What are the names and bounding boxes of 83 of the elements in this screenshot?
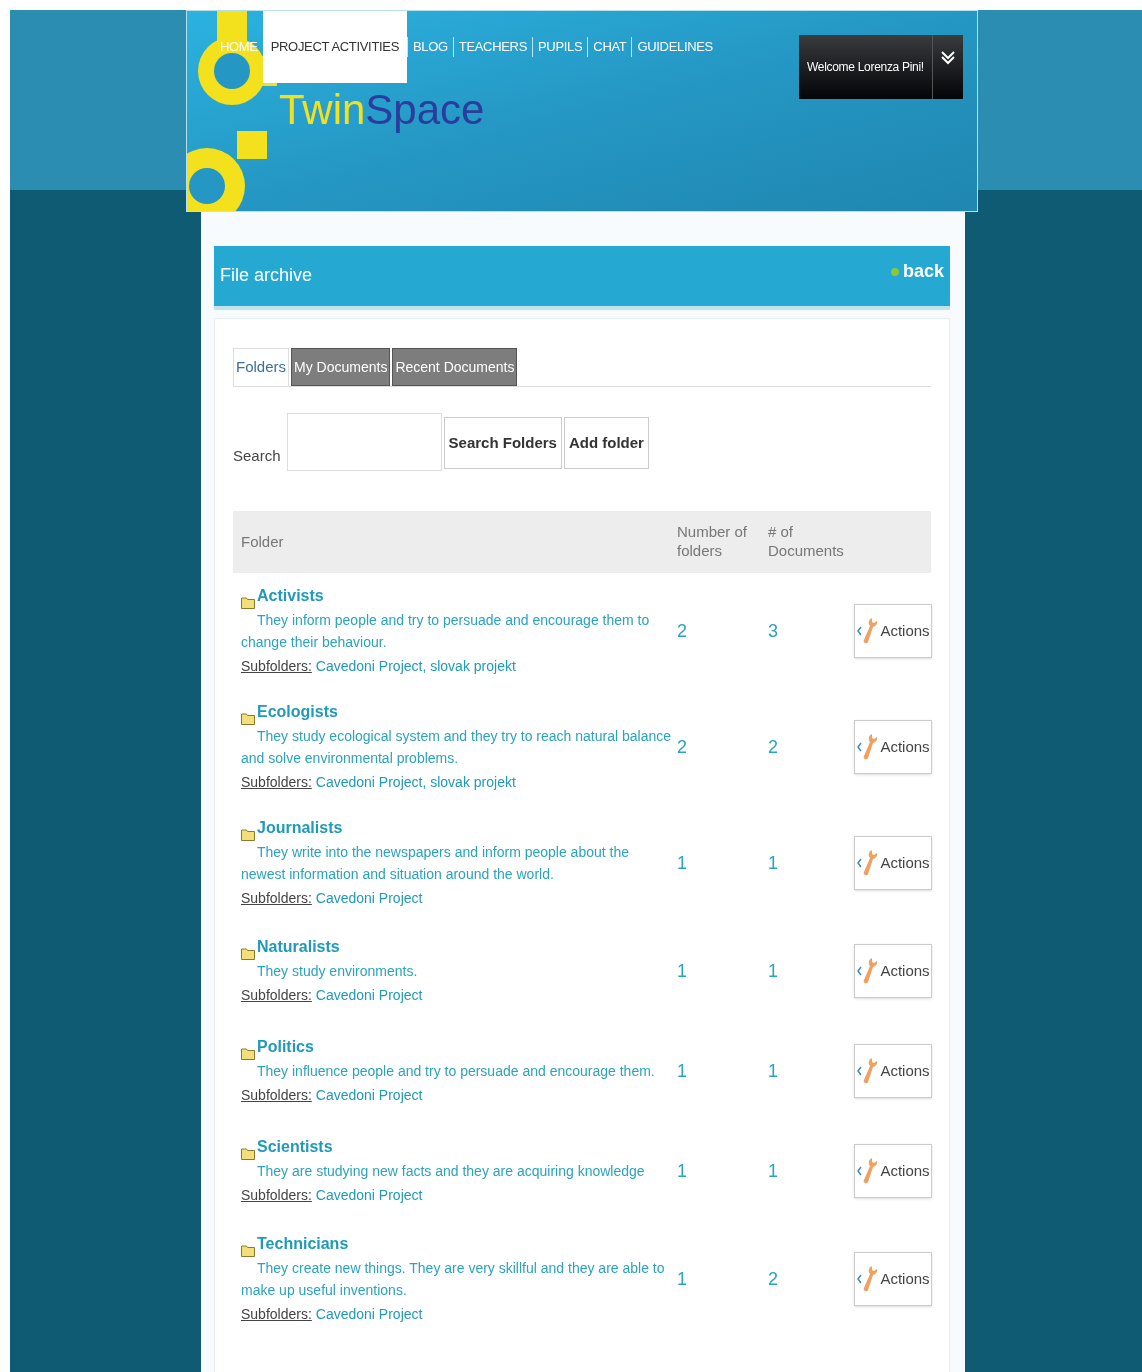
folder-icon [241,711,255,725]
search-label: Search [233,445,281,466]
folder-link[interactable]: Naturalists [257,934,340,960]
actions-button[interactable]: Actions [854,720,932,774]
folder-link[interactable]: Politics [257,1034,314,1060]
subfolders-label: Subfolders: [241,657,312,676]
folder-link[interactable]: Ecologists [257,699,338,725]
wrench-icon [856,956,879,986]
wrench-icon [856,848,879,878]
document-count[interactable]: 1 [768,960,778,981]
tab[interactable]: Recent Documents [392,348,518,386]
subfolders-label: Subfolders: [241,773,312,792]
folder-description: They study ecological system and they try to reach natural balance and solve environmental problems. [241,727,672,768]
column-header: Folder [240,532,285,552]
actions-button[interactable]: Actions [854,604,932,658]
tab[interactable]: My Documents [291,348,391,386]
subfolders-label: Subfolders: [241,986,312,1005]
document-count[interactable]: 1 [768,852,778,873]
folder-description: They influence people and try to persuade and encourage them. [256,1062,656,1081]
subfolders-label: Subfolders: [241,1305,312,1324]
wrench-icon [856,1264,879,1294]
actions-button[interactable]: Actions [854,944,932,998]
folder-count[interactable]: 1 [677,1060,687,1081]
toolbar-button[interactable]: Add folder [563,417,649,469]
folder-link[interactable]: Activists [257,583,324,609]
folder-count[interactable]: 2 [677,736,687,757]
folder-description: They write into the newspapers and inform people about the newest information and situation around the world. [241,843,630,884]
logo-text: TwinSpace [279,89,485,131]
wrench-icon [856,1156,879,1186]
subfolders-label: Subfolders: [241,889,312,908]
document-count[interactable]: 2 [768,1268,778,1289]
wrench-icon [856,732,879,762]
folder-count[interactable]: 1 [677,1268,687,1289]
subfolder-links[interactable]: Cavedoni Project [315,885,423,911]
folder-icon [241,1243,255,1257]
nav-tab[interactable]: BLOG [407,37,453,57]
folder-icon [241,946,255,960]
search-field[interactable] [286,413,442,471]
folder-icon [241,827,255,841]
document-count[interactable]: 1 [768,1060,778,1081]
subfolder-links[interactable]: Cavedoni Project [315,982,423,1008]
actions-button[interactable]: Actions [854,1044,932,1098]
column-header: # of Documents [768,523,845,561]
folder-link[interactable]: Technicians [257,1231,349,1257]
document-count[interactable]: 1 [768,1160,778,1181]
subfolders-label: Subfolders: [241,1086,312,1105]
subfolder-links[interactable]: Cavedoni Project [315,1082,423,1108]
back-link[interactable]: back [890,258,944,285]
folder-link[interactable]: Journalists [257,815,343,841]
wrench-icon [856,1056,879,1086]
folder-count[interactable]: 1 [677,1160,687,1181]
folder-link[interactable]: Scientists [257,1134,333,1160]
toolbar-button[interactable]: Search Folders [443,417,562,469]
panel-title: File archive [220,264,313,287]
chevron-down-icon[interactable] [940,51,955,65]
folder-description: They are studying new facts and they are acquiring knowledge [256,1162,646,1181]
folder-description: They study environments. [256,962,419,981]
folder-count[interactable]: 1 [677,960,687,981]
document-count[interactable]: 3 [768,620,778,641]
subfolders-label: Subfolders: [241,1186,312,1205]
folder-count[interactable]: 1 [677,852,687,873]
subfolder-links[interactable]: Cavedoni Project [315,1301,423,1327]
nav-tab[interactable]: CHAT [587,37,632,57]
column-header: Number of folders [677,523,749,561]
folder-description: They create new things. They are very skillful and they are able to make up useful inventions. [241,1259,666,1300]
folder-description: They inform people and try to persuade and encourage them to change their behaviour. [241,611,651,652]
subfolder-links[interactable]: Cavedoni Project [315,1182,423,1208]
nav-tab[interactable]: PROJECT ACTIVITIES [262,11,407,83]
actions-button[interactable]: Actions [854,1252,932,1306]
actions-button[interactable]: Actions [854,1144,932,1198]
folder-icon [241,1146,255,1160]
wrench-icon [856,616,879,646]
subfolder-links[interactable]: Cavedoni Project, slovak projekt [315,769,516,795]
folder-icon [241,595,255,609]
document-count[interactable]: 2 [768,736,778,757]
nav-tab[interactable]: PUPILS [532,37,588,57]
folder-icon [241,1046,255,1060]
subfolder-links[interactable]: Cavedoni Project, slovak projekt [315,653,516,679]
actions-button[interactable]: Actions [854,836,932,890]
nav-tab[interactable]: TEACHERS [452,37,532,57]
folder-count[interactable]: 2 [677,620,687,641]
tab[interactable]: Folders [233,348,290,386]
nav-tab[interactable]: GUIDELINES [631,37,718,57]
